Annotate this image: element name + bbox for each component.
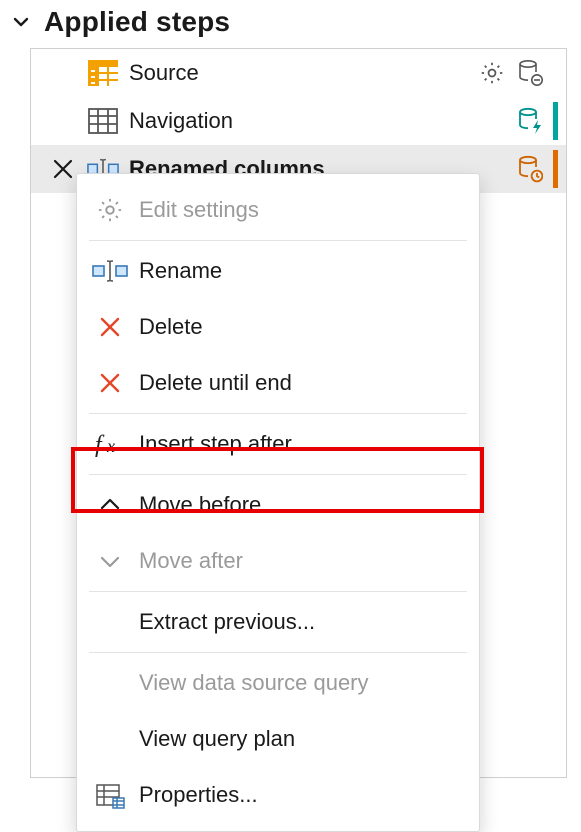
- menu-item-edit-settings: Edit settings: [77, 182, 479, 238]
- gear-icon[interactable]: [477, 58, 507, 88]
- gear-icon: [89, 189, 131, 231]
- table-source-icon: [87, 57, 119, 89]
- menu-item-label: Move after: [139, 548, 243, 574]
- status-bar: [553, 54, 558, 92]
- menu-item-label: Insert step after: [139, 431, 292, 457]
- menu-separator: [89, 413, 467, 414]
- chevron-up-icon: [89, 484, 131, 526]
- applied-steps-title: Applied steps: [44, 6, 230, 38]
- menu-separator: [89, 240, 467, 241]
- menu-item-view-query-plan[interactable]: View query plan: [77, 711, 479, 767]
- chevron-down-icon: [10, 11, 32, 33]
- fx-icon: f x: [89, 423, 131, 465]
- step-label: Source: [129, 60, 477, 86]
- database-clock-icon[interactable]: [515, 154, 545, 184]
- menu-item-rename[interactable]: Rename: [77, 243, 479, 299]
- step-row-source[interactable]: Source: [31, 49, 566, 97]
- menu-item-label: View data source query: [139, 670, 369, 696]
- menu-item-move-after: Move after: [77, 533, 479, 589]
- properties-icon: [89, 774, 131, 816]
- step-context-menu: Edit settings Rename Delete Delete until…: [76, 173, 480, 832]
- applied-steps-header[interactable]: Applied steps: [0, 0, 581, 48]
- blank-icon: [89, 662, 131, 704]
- menu-item-move-before[interactable]: Move before: [77, 477, 479, 533]
- menu-item-view-data-source-query: View data source query: [77, 655, 479, 711]
- svg-text:f: f: [95, 432, 105, 458]
- menu-item-label: Delete: [139, 314, 203, 340]
- menu-item-label: Move before: [139, 492, 261, 518]
- rename-icon: [89, 250, 131, 292]
- menu-item-label: View query plan: [139, 726, 295, 752]
- database-bolt-icon[interactable]: [515, 106, 545, 136]
- status-bar: [553, 102, 558, 140]
- database-minus-icon[interactable]: [515, 58, 545, 88]
- menu-item-label: Delete until end: [139, 370, 292, 396]
- step-label: Navigation: [129, 108, 515, 134]
- blank-icon: [89, 718, 131, 760]
- menu-item-properties[interactable]: Properties...: [77, 767, 479, 823]
- menu-item-label: Rename: [139, 258, 222, 284]
- menu-item-delete-until-end[interactable]: Delete until end: [77, 355, 479, 411]
- menu-separator: [89, 474, 467, 475]
- svg-text:x: x: [106, 436, 115, 456]
- step-row-navigation[interactable]: Navigation: [31, 97, 566, 145]
- blank-icon: [89, 601, 131, 643]
- menu-item-label: Properties...: [139, 782, 258, 808]
- menu-item-label: Edit settings: [139, 197, 259, 223]
- menu-separator: [89, 652, 467, 653]
- chevron-down-icon: [89, 540, 131, 582]
- delete-icon: [89, 306, 131, 348]
- delete-icon: [89, 362, 131, 404]
- table-icon: [87, 105, 119, 137]
- menu-item-label: Extract previous...: [139, 609, 315, 635]
- menu-item-extract-previous[interactable]: Extract previous...: [77, 594, 479, 650]
- menu-item-delete[interactable]: Delete: [77, 299, 479, 355]
- menu-item-insert-step-after[interactable]: f x Insert step after: [77, 416, 479, 472]
- status-bar: [553, 150, 558, 188]
- menu-separator: [89, 591, 467, 592]
